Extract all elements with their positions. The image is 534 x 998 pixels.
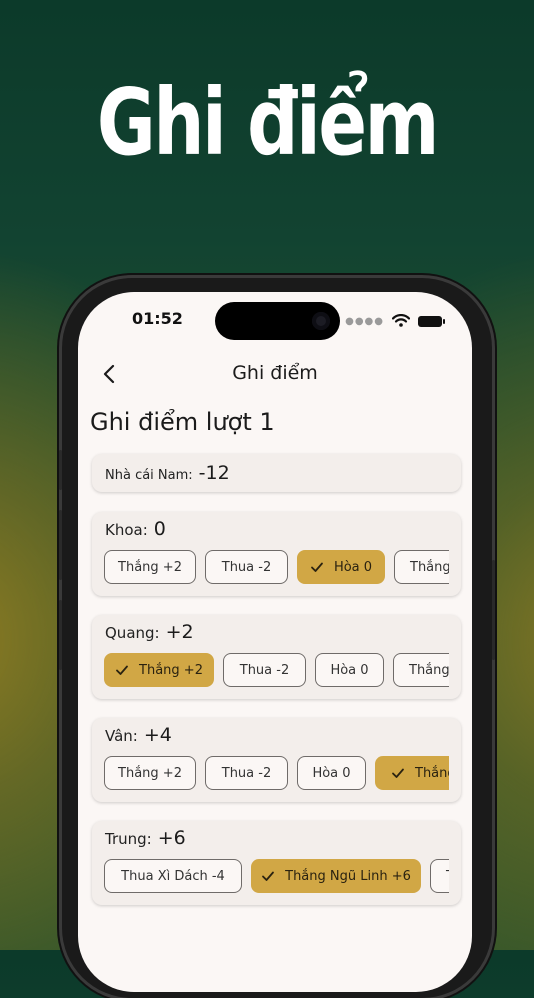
player-score: 0 <box>153 518 166 540</box>
option-chip[interactable]: Hòa 0 <box>315 653 384 687</box>
player-card: Khoa: 0 Thắng +2 Thua -2 Hòa 0 Thắng <box>92 512 461 596</box>
wifi-icon <box>391 312 411 331</box>
check-icon <box>261 869 275 883</box>
navbar: Ghi điểm <box>78 354 472 394</box>
round-title: Ghi điểm lượt 1 <box>90 408 275 436</box>
option-chip[interactable]: Hòa 0 <box>297 756 366 790</box>
battery-icon <box>418 316 445 327</box>
option-chip[interactable]: T <box>430 859 449 893</box>
player-name: Trung: <box>105 830 152 848</box>
option-chip-selected[interactable]: Thắng +2 <box>104 653 214 687</box>
camera-icon <box>312 312 330 330</box>
player-card: Quang: +2 Thắng +2 Thua -2 Hòa 0 Thắng <box>92 615 461 699</box>
dealer-card: Nhà cái Nam: -12 <box>92 454 461 492</box>
option-chip-list[interactable]: Thua Xì Dách -4 Thắng Ngũ Linh +6 T <box>104 859 449 895</box>
dynamic-island <box>215 302 340 340</box>
phone-volume-up <box>59 510 62 580</box>
headline: Ghi điểm <box>96 69 440 176</box>
option-chip-list[interactable]: Thắng +2 Thua -2 Hòa 0 Thắng <box>104 550 449 586</box>
signal-icon: ●●●● <box>345 316 384 327</box>
app-screen: 01:52 ●●●● Ghi điểm Ghi điểm lượt 1 Nhà … <box>78 292 472 992</box>
check-icon <box>391 766 405 780</box>
option-chip[interactable]: Thua -2 <box>205 756 288 790</box>
option-chip[interactable]: Thắng +2 <box>104 550 196 584</box>
dealer-label: Nhà cái Nam: <box>105 468 193 483</box>
option-chip[interactable]: Thua -2 <box>223 653 306 687</box>
player-name: Quang: <box>105 624 160 642</box>
nav-title: Ghi điểm <box>232 362 318 384</box>
player-score: +6 <box>157 827 186 849</box>
player-score: +2 <box>165 621 194 643</box>
status-icons: ●●●● <box>345 312 445 331</box>
option-chip-selected[interactable]: Thắng <box>375 756 449 790</box>
phone-volume-down <box>59 600 62 670</box>
option-chip[interactable]: Thắng <box>393 653 449 687</box>
player-name: Khoa: <box>105 521 148 539</box>
option-chip[interactable]: Thua -2 <box>205 550 288 584</box>
player-name: Vân: <box>105 727 138 745</box>
check-icon <box>310 560 324 574</box>
option-chip-list[interactable]: Thắng +2 Thua -2 Hòa 0 Thắng <box>104 653 449 689</box>
player-score: +4 <box>143 724 172 746</box>
option-chip-list[interactable]: Thắng +2 Thua -2 Hòa 0 Thắng <box>104 756 449 792</box>
player-card: Trung: +6 Thua Xì Dách -4 Thắng Ngũ Linh… <box>92 821 461 905</box>
dealer-score: -12 <box>198 462 230 484</box>
option-chip[interactable]: Thắng <box>394 550 449 584</box>
option-chip[interactable]: Thua Xì Dách -4 <box>104 859 242 893</box>
check-icon <box>115 663 129 677</box>
option-chip[interactable]: Thắng +2 <box>104 756 196 790</box>
status-time: 01:52 <box>132 309 183 328</box>
option-chip-selected[interactable]: Hòa 0 <box>297 550 385 584</box>
phone-side-button <box>59 450 62 490</box>
option-chip-selected[interactable]: Thắng Ngũ Linh +6 <box>251 859 421 893</box>
player-card: Vân: +4 Thắng +2 Thua -2 Hòa 0 Thắng <box>92 718 461 802</box>
phone-power-button <box>492 560 495 660</box>
